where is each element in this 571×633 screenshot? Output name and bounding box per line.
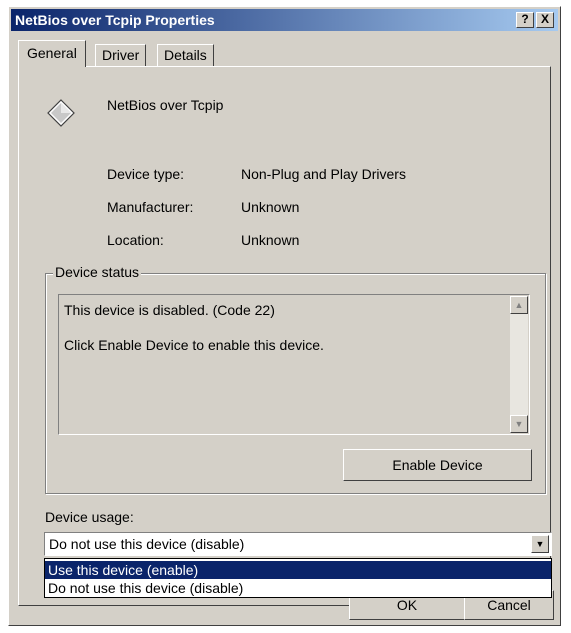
device-type-value: Non-Plug and Play Drivers — [241, 166, 406, 182]
dropdown-option-disable[interactable]: Do not use this device (disable) — [45, 579, 551, 597]
scroll-down-icon[interactable]: ▼ — [510, 415, 528, 433]
manufacturer-value: Unknown — [241, 199, 300, 215]
device-type-label: Device type: — [107, 166, 185, 182]
location-label: Location: — [107, 232, 164, 248]
status-scrollbar[interactable]: ▲ ▼ — [510, 296, 528, 433]
device-status-legend: Device status — [53, 264, 142, 280]
help-button[interactable]: ? — [516, 12, 534, 28]
close-button[interactable]: X — [536, 12, 554, 28]
device-usage-select[interactable]: Do not use this device (disable) ▼ — [44, 532, 552, 556]
dropdown-arrow-icon[interactable]: ▼ — [531, 535, 549, 553]
status-line-1: This device is disabled. (Code 22) — [64, 302, 275, 318]
enable-device-button[interactable]: Enable Device — [343, 449, 532, 481]
status-line-2: Click Enable Device to enable this devic… — [64, 337, 324, 353]
device-status-textbox[interactable]: This device is disabled. (Code 22) Click… — [58, 294, 530, 435]
device-usage-dropdown-list: Use this device (enable) Do not use this… — [44, 558, 552, 598]
location-value: Unknown — [241, 232, 300, 248]
dropdown-option-enable[interactable]: Use this device (enable) — [45, 561, 551, 579]
device-usage-selected-value: Do not use this device (disable) — [49, 536, 245, 552]
scroll-up-icon[interactable]: ▲ — [510, 296, 528, 314]
device-name: NetBios over Tcpip — [107, 97, 224, 113]
window-title: NetBios over Tcpip Properties — [15, 12, 215, 28]
tab-general[interactable]: General — [18, 40, 86, 67]
tab-details[interactable]: Details — [157, 44, 214, 66]
device-usage-label: Device usage: — [45, 509, 134, 525]
manufacturer-label: Manufacturer: — [107, 199, 194, 215]
tab-driver[interactable]: Driver — [95, 44, 147, 66]
diamond-device-icon — [47, 99, 75, 127]
title-bar[interactable]: NetBios over Tcpip Properties ? X — [11, 9, 558, 31]
